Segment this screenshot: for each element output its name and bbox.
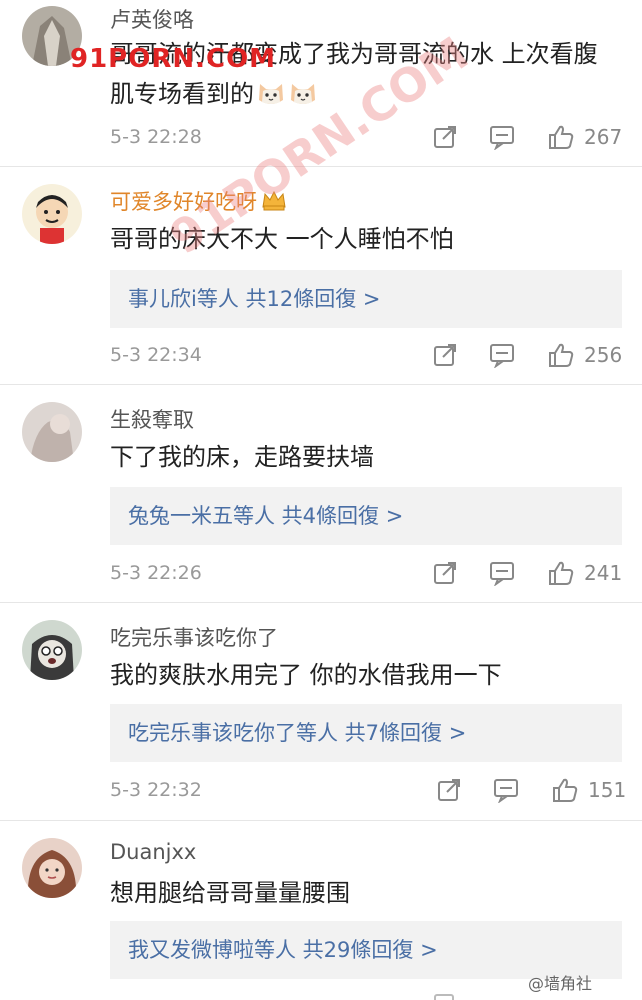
comment-text: 下了我的床，走路要扶墙 [110, 443, 374, 471]
comment-meta: 5-3 22:34 256 [0, 340, 642, 370]
avatar[interactable] [22, 620, 82, 680]
replies-link[interactable]: 吃完乐事该吃你了等人 共7條回復 > [110, 704, 622, 762]
comment-meta: 5-3 22:32 151 [0, 775, 642, 805]
comment-feed: 卢英俊咯 哥哥流的汗都变成了我为哥哥流的水 上次看腹肌专场看到的 5-3 22:… [0, 0, 642, 1000]
avatar[interactable] [22, 184, 82, 244]
comment-icon[interactable] [489, 560, 515, 586]
thumbs-up-icon[interactable] [548, 124, 574, 150]
divider [0, 384, 642, 385]
comment-time: 5-3 22:32 [110, 779, 202, 801]
repost-icon[interactable] [432, 990, 458, 1000]
source-watermark: @墙角社 [528, 974, 593, 993]
comment-icon[interactable] [489, 124, 515, 150]
crown-icon [261, 189, 287, 216]
comment-text: 我的爽肤水用完了 你的水借我用一下 [110, 661, 502, 689]
comment-text: 哥哥流的汗都变成了我为哥哥流的水 上次看腹肌专场看到的 [110, 34, 620, 120]
username[interactable]: 吃完乐事该吃你了 [110, 622, 278, 652]
comment-text: 想用腿给哥哥量量腰围 [110, 879, 350, 907]
comment-time: 5-3 22:28 [110, 126, 202, 148]
comment-meta: 5-3 22:28 267 [0, 122, 642, 152]
divider [0, 602, 642, 603]
repost-icon[interactable] [432, 124, 458, 150]
like-count: 241 [584, 561, 623, 585]
avatar[interactable] [22, 838, 82, 898]
username[interactable]: Duanjxx [110, 840, 196, 864]
comment-icon[interactable] [493, 777, 519, 803]
avatar[interactable] [22, 6, 82, 66]
like-count: 267 [584, 125, 623, 149]
username[interactable]: 生殺奪取 [110, 404, 194, 434]
repost-icon[interactable] [432, 342, 458, 368]
repost-icon[interactable] [432, 560, 458, 586]
divider [0, 820, 642, 821]
cat-emoji-icon [288, 78, 318, 120]
username[interactable]: 可爱多好好吃呀 [110, 186, 287, 216]
comment-meta: 5-3 22:26 241 [0, 558, 642, 588]
comment-text-body: 哥哥流的汗都变成了我为哥哥流的水 上次看腹肌专场看到的 [110, 40, 598, 108]
username-text: 可爱多好好吃呀 [110, 190, 257, 214]
thumbs-up-icon[interactable] [552, 777, 578, 803]
replies-link[interactable]: 兔兔一米五等人 共4條回復 > [110, 487, 622, 545]
cat-emoji-icon [256, 78, 286, 120]
comment-icon[interactable] [489, 342, 515, 368]
like-count: 151 [588, 778, 627, 802]
divider [0, 166, 642, 167]
thumbs-up-icon[interactable] [548, 342, 574, 368]
username[interactable]: 卢英俊咯 [110, 4, 194, 34]
comment-time: 5-3 22:26 [110, 562, 202, 584]
thumbs-up-icon[interactable] [548, 560, 574, 586]
like-count: 256 [584, 343, 623, 367]
avatar[interactable] [22, 402, 82, 462]
replies-link[interactable]: 事儿欣i等人 共12條回復 > [110, 270, 622, 328]
comment-time: 5-3 22:34 [110, 344, 202, 366]
comment-text: 哥哥的床大不大 一个人睡怕不怕 [110, 225, 454, 253]
repost-icon[interactable] [436, 777, 462, 803]
